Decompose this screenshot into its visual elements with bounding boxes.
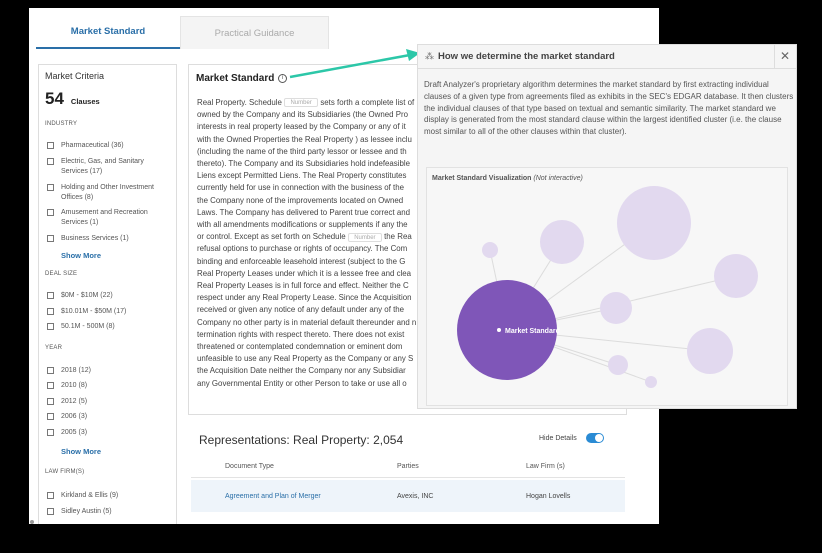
cluster-bubble (600, 292, 632, 324)
cluster-bubble (714, 254, 758, 298)
filter-industry-item[interactable]: Holding and Other Investment Offices (8) (47, 183, 172, 203)
bubbles-icon: ⁂ (425, 51, 434, 61)
filter-industry-item[interactable]: Pharmaceutical (36) (47, 141, 172, 151)
column-header-document-type[interactable]: Document Type (225, 463, 274, 470)
checkbox[interactable] (47, 367, 54, 374)
cluster-bubble (482, 242, 498, 258)
filter-year-item[interactable]: 2018 (12) (47, 366, 172, 376)
clause-count-label: Clauses (70, 97, 100, 106)
checkbox[interactable] (47, 508, 54, 515)
section-deal-size: DEAL SIZE (45, 271, 78, 277)
checkbox[interactable] (47, 323, 54, 330)
checkbox[interactable] (47, 184, 54, 191)
cluster-bubble (617, 186, 691, 260)
number-placeholder-chip: Number (347, 232, 382, 242)
cluster-bubble (687, 328, 733, 374)
market-criteria-panel: Market Criteria 54 Clauses INDUSTRY Phar… (38, 64, 177, 524)
checkbox[interactable] (47, 429, 54, 436)
market-standard-visualization: Market Standard Visualization (Not inter… (426, 167, 788, 406)
checkbox[interactable] (47, 492, 54, 499)
checkbox[interactable] (47, 398, 54, 405)
representations-title: Representations: Real Property: 2,054 (199, 433, 404, 447)
main-cluster-label: Market Standard (505, 328, 560, 335)
header-divider (191, 477, 625, 478)
filter-industry-item[interactable]: Business Services (1) (47, 234, 172, 244)
dot-marker (30, 520, 34, 524)
column-header-law-firm[interactable]: Law Firm (s) (526, 463, 565, 470)
popup-description: Draft Analyzer's proprietary algorithm d… (424, 80, 794, 137)
hide-details-label: Hide Details (539, 435, 577, 442)
filter-year-item[interactable]: 2006 (3) (47, 412, 172, 422)
hide-details-toggle[interactable] (586, 433, 604, 443)
column-header-parties[interactable]: Parties (397, 463, 419, 470)
checkbox[interactable] (47, 308, 54, 315)
close-icon[interactable]: ✕ (780, 49, 790, 63)
parties-cell: Avexis, INC (397, 493, 434, 500)
filter-deal-size-item[interactable]: $10.01M - $50M (17) (47, 307, 172, 317)
section-industry: INDUSTRY (45, 121, 78, 127)
info-icon[interactable]: i (278, 74, 287, 83)
filter-law-firm-item[interactable]: Kirkland & Ellis (9) (47, 491, 172, 501)
filter-law-firm-item[interactable]: Sidley Austin (5) (47, 507, 172, 517)
market-standard-popup: ⁂ How we determine the market standard ✕… (417, 44, 797, 409)
cluster-bubble (608, 355, 628, 375)
checkbox[interactable] (47, 158, 54, 165)
checkbox[interactable] (47, 382, 54, 389)
checkbox[interactable] (47, 209, 54, 216)
filter-year-item[interactable]: 2010 (8) (47, 381, 172, 391)
header-separator (774, 45, 775, 69)
tab-market-standard[interactable]: Market Standard (36, 16, 180, 49)
filter-deal-size-item[interactable]: 50.1M - 500M (8) (47, 322, 172, 332)
checkbox[interactable] (47, 292, 54, 299)
filter-year-item[interactable]: 2012 (5) (47, 397, 172, 407)
filter-year-item[interactable]: 2005 (3) (47, 428, 172, 438)
number-placeholder-chip: Number (284, 98, 319, 108)
toggle-knob (595, 434, 603, 442)
document-type-link[interactable]: Agreement and Plan of Merger (225, 493, 321, 500)
market-standard-title: Market Standard (196, 73, 275, 84)
popup-header: ⁂ How we determine the market standard ✕ (418, 45, 796, 69)
cluster-bubble (645, 376, 657, 388)
law-firm-cell: Hogan Lovells (526, 493, 571, 500)
checkbox[interactable] (47, 413, 54, 420)
clause-count: 54 Clauses (45, 89, 100, 109)
filter-deal-size-item[interactable]: $0M - $10M (22) (47, 291, 172, 301)
cluster-bubbles: Market Standard (457, 186, 758, 388)
show-more-year[interactable]: Show More (61, 447, 101, 456)
filter-industry-item[interactable]: Amusement and Recreation Services (1) (47, 208, 172, 228)
checkbox[interactable] (47, 142, 54, 149)
filter-industry-item[interactable]: Electric, Gas, and Sanitary Services (17… (47, 157, 172, 177)
tab-practical-guidance[interactable]: Practical Guidance (180, 16, 329, 49)
cluster-bubble (540, 220, 584, 264)
main-cluster-dot (497, 328, 501, 332)
filter-law-firm-item[interactable] (47, 523, 172, 524)
section-law-firm: LAW FIRM(S) (45, 469, 85, 475)
show-more-industry[interactable]: Show More (61, 251, 101, 260)
section-year: YEAR (45, 345, 63, 351)
market-criteria-title: Market Criteria (45, 71, 105, 81)
popup-title: How we determine the market standard (438, 51, 615, 62)
clause-count-number: 54 (45, 89, 64, 108)
checkbox[interactable] (47, 235, 54, 242)
